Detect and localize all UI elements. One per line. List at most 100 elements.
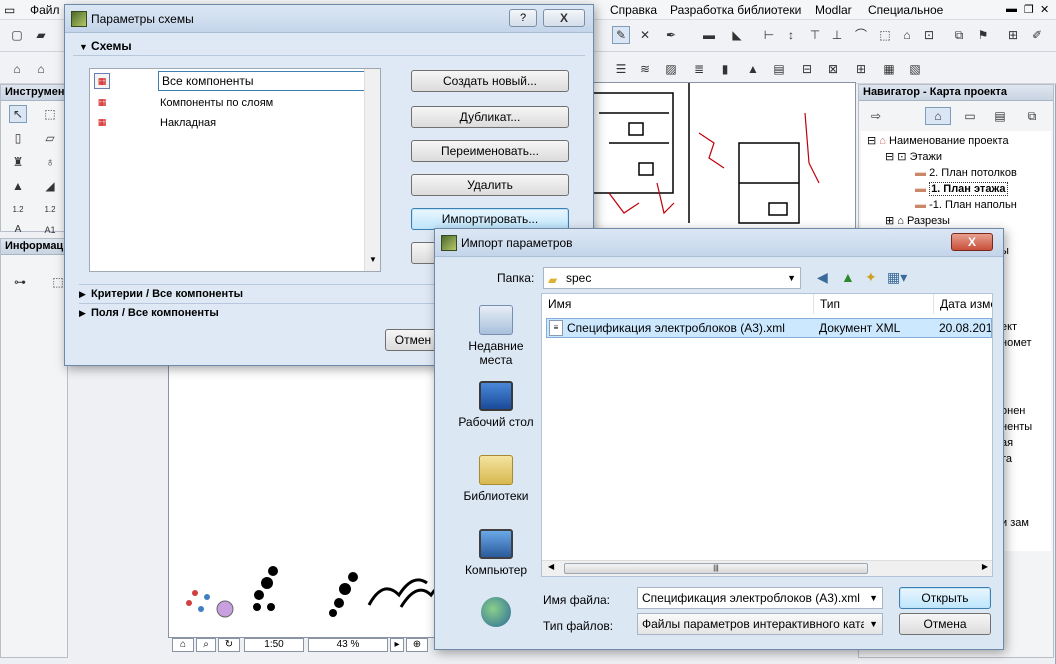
nav-export-icon[interactable]: ⇨ bbox=[863, 107, 889, 125]
back-icon[interactable]: ◀ bbox=[817, 269, 828, 286]
file-row[interactable]: ≡ Спецификация электроблоков (А3).xml До… bbox=[546, 318, 992, 338]
arrow-tool-icon[interactable]: ✎ bbox=[612, 26, 630, 44]
schemes-scrollbar[interactable]: ▼ bbox=[364, 69, 380, 271]
hatch-icon[interactable]: ≋ bbox=[636, 60, 654, 78]
scroll-thumb[interactable]: ||| bbox=[564, 563, 868, 574]
tree-item-sections[interactable]: ⊞ ⌂ Разрезы bbox=[885, 213, 950, 229]
up-folder-icon[interactable]: ▲ bbox=[841, 269, 855, 285]
place-computer[interactable]: Компьютер bbox=[451, 529, 541, 577]
folder-combo[interactable]: ▰ spec ▼ bbox=[543, 267, 801, 289]
bookmark-icon[interactable]: ⊡ bbox=[920, 26, 938, 44]
menu-modlar[interactable]: Modlar bbox=[815, 3, 852, 17]
stretch-icon[interactable]: ⊥ bbox=[828, 26, 846, 44]
scheme-row[interactable]: Компоненты по слоям bbox=[160, 95, 273, 111]
line-icon[interactable]: ▬ bbox=[700, 26, 718, 44]
label-tool-icon[interactable]: A1 bbox=[41, 221, 59, 239]
fill-icon[interactable]: ▨ bbox=[662, 60, 680, 78]
close-button[interactable]: X bbox=[543, 9, 585, 27]
status-zoom-arrow-icon[interactable]: ▸ bbox=[390, 638, 404, 652]
roof-tool-icon[interactable]: ▲ bbox=[9, 177, 27, 195]
tag-icon[interactable]: ⚑ bbox=[974, 26, 992, 44]
scheme-row-selected[interactable]: Все компоненты bbox=[158, 71, 376, 91]
window-minimize-icon[interactable]: ▬ bbox=[1006, 3, 1017, 15]
pillar-tool-icon[interactable]: ▯ bbox=[9, 129, 27, 147]
place-network[interactable] bbox=[451, 597, 541, 631]
tree-item-story-minus1[interactable]: ▬ -1. План напольн bbox=[915, 197, 1017, 213]
menu-file[interactable]: Файл bbox=[30, 3, 60, 17]
cancel-button[interactable]: Отмена bbox=[899, 613, 991, 635]
status-view-icon[interactable]: ⌂ bbox=[172, 638, 194, 652]
view-menu-icon[interactable]: ▦▾ bbox=[887, 269, 907, 286]
scheme-row[interactable]: Накладная bbox=[160, 115, 216, 131]
menu-special[interactable]: Специальное bbox=[868, 3, 943, 17]
rename-button[interactable]: Переименовать... bbox=[411, 140, 569, 162]
filetype-select[interactable]: Файлы параметров интерактивного катало ▼ bbox=[637, 613, 883, 635]
cross-icon[interactable]: ✕ bbox=[636, 26, 654, 44]
place-desktop[interactable]: Рабочий стол bbox=[451, 381, 541, 429]
house-icon[interactable]: ⌂ bbox=[898, 26, 916, 44]
scroll-left-icon[interactable]: ◀ bbox=[548, 562, 554, 571]
lamp-tool-icon[interactable]: ♁ bbox=[41, 153, 59, 171]
status-scale[interactable]: 1:50 bbox=[244, 638, 304, 652]
layers-icon[interactable]: ⧉ bbox=[950, 26, 968, 44]
info-tool-icon[interactable]: ⊶ bbox=[11, 273, 29, 291]
scroll-right-icon[interactable]: ▶ bbox=[982, 562, 988, 571]
pointer-tool-icon[interactable]: ↖ bbox=[9, 105, 27, 123]
horizontal-scrollbar[interactable]: ◀ ||| ▶ bbox=[542, 560, 992, 576]
dimension-tool-icon[interactable]: 1.2 bbox=[9, 201, 27, 219]
mirror-icon[interactable]: ◣ bbox=[728, 26, 746, 44]
nav-project-map-icon[interactable]: ⌂ bbox=[925, 107, 951, 125]
pin-icon[interactable]: ↕ bbox=[782, 26, 800, 44]
chart-icon[interactable]: ⊞ bbox=[1004, 26, 1022, 44]
schedule-icon[interactable]: ☰ bbox=[612, 60, 630, 78]
shell-tool-icon[interactable]: ◢ bbox=[41, 177, 59, 195]
diagonal-hatch-icon[interactable]: ▧ bbox=[906, 60, 924, 78]
status-zoom-level[interactable]: 43 % bbox=[308, 638, 388, 652]
label-icon[interactable]: ▤ bbox=[770, 60, 788, 78]
marker-icon[interactable]: ⊟ bbox=[798, 60, 816, 78]
new-folder-icon[interactable]: ✦ bbox=[865, 269, 877, 286]
duplicate-button[interactable]: Дубликат... bbox=[411, 106, 569, 128]
place-recent[interactable]: Недавние места bbox=[451, 305, 541, 367]
window-restore-icon[interactable]: ❐ bbox=[1024, 3, 1034, 16]
pen-icon[interactable]: ✒ bbox=[662, 26, 680, 44]
arc-icon[interactable]: ⌒ bbox=[852, 26, 870, 44]
column-date[interactable]: Дата изме bbox=[934, 294, 992, 314]
nav-view-map-icon[interactable]: ▭ bbox=[957, 107, 983, 125]
level-icon[interactable]: ⊤ bbox=[806, 26, 824, 44]
nav-publisher-icon[interactable]: ⧉ bbox=[1019, 107, 1045, 125]
app-menu-icon[interactable]: ▭ bbox=[4, 3, 15, 17]
status-zoom-icon[interactable]: ⌕ bbox=[196, 638, 216, 652]
import-close-button[interactable]: X bbox=[951, 233, 993, 251]
open-button[interactable]: Открыть bbox=[899, 587, 991, 609]
column-name[interactable]: Имя bbox=[542, 294, 814, 314]
open-folder-icon[interactable]: ▰ bbox=[32, 26, 50, 44]
create-new-button[interactable]: Создать новый... bbox=[411, 70, 569, 92]
window-close-icon[interactable]: ✕ bbox=[1040, 3, 1049, 16]
dashed-box-icon[interactable]: ⬚ bbox=[876, 26, 894, 44]
tree-item-project[interactable]: ⊟ ⌂ Наименование проекта bbox=[867, 133, 1009, 149]
zone-icon[interactable]: ⊞ bbox=[852, 60, 870, 78]
dimension-icon[interactable]: ⊢ bbox=[760, 26, 778, 44]
nav-layout-book-icon[interactable]: ▤ bbox=[987, 107, 1013, 125]
brush-icon[interactable]: ▮ bbox=[716, 60, 734, 78]
column-type[interactable]: Тип bbox=[814, 294, 934, 314]
status-zoom-in-icon[interactable]: ⊕ bbox=[406, 638, 428, 652]
menu-help[interactable]: Справка bbox=[610, 3, 657, 17]
marquee-tool-icon[interactable]: ⬚ bbox=[41, 105, 59, 123]
building-icon[interactable]: ⌂ bbox=[8, 60, 26, 78]
menu-library-dev[interactable]: Разработка библиотеки bbox=[670, 3, 801, 17]
cancel-button-partial[interactable]: Отмен bbox=[385, 329, 441, 351]
chair-tool-icon[interactable]: ♜ bbox=[9, 153, 27, 171]
tree-item-stories[interactable]: ⊟ ⊡ Этажи bbox=[885, 149, 942, 165]
tree-item-story-1[interactable]: ▬ 1. План этажа bbox=[915, 181, 1008, 197]
paint-icon[interactable]: ▲ bbox=[744, 60, 762, 78]
grid-lines-icon[interactable]: ≣ bbox=[690, 60, 708, 78]
delete-button[interactable]: Удалить bbox=[411, 174, 569, 196]
building-settings-icon[interactable]: ⌂ bbox=[32, 60, 50, 78]
pencil-edit-icon[interactable]: ✐ bbox=[1028, 26, 1046, 44]
element-icon[interactable]: ⊠ bbox=[824, 60, 842, 78]
place-libraries[interactable]: Библиотеки bbox=[451, 455, 541, 503]
status-refresh-icon[interactable]: ↻ bbox=[218, 638, 240, 652]
schemes-section-header[interactable]: ▼ Схемы bbox=[79, 37, 583, 55]
